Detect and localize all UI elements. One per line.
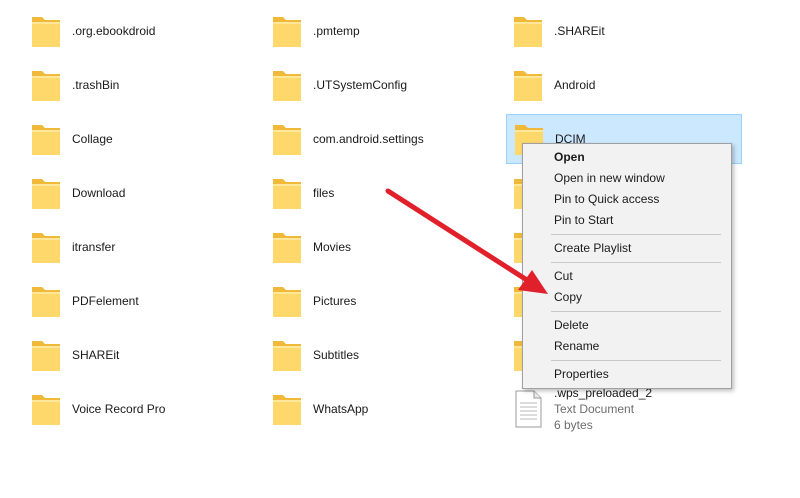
folder-item[interactable]: com.android.settings	[265, 114, 501, 164]
folder-icon	[30, 173, 62, 213]
folder-label: PDFelement	[72, 294, 139, 308]
menu-item-pin-to-start[interactable]: Pin to Start	[523, 210, 731, 231]
folder-label: .SHAREit	[554, 24, 605, 38]
folder-label: WhatsApp	[313, 402, 369, 416]
folder-label: SHAREit	[72, 348, 120, 362]
folder-label: com.android.settings	[313, 132, 424, 146]
menu-item-open[interactable]: Open	[523, 147, 731, 168]
menu-item-copy[interactable]: Copy	[523, 287, 731, 308]
folder-icon	[271, 65, 303, 105]
folder-item[interactable]: Subtitles	[265, 330, 501, 380]
menu-separator	[551, 234, 721, 235]
folder-label: .pmtemp	[313, 24, 360, 38]
menu-item-rename[interactable]: Rename	[523, 336, 731, 357]
context-menu: Open Open in new window Pin to Quick acces…	[522, 143, 732, 389]
folder-icon	[30, 11, 62, 51]
menu-separator	[551, 262, 721, 263]
folder-item[interactable]: .pmtemp	[265, 6, 501, 56]
folder-icon	[271, 227, 303, 267]
menu-separator	[551, 311, 721, 312]
folder-item[interactable]: itransfer	[24, 222, 260, 272]
menu-item-create-playlist[interactable]: Create Playlist	[523, 238, 731, 259]
folder-item[interactable]: SHAREit	[24, 330, 260, 380]
folder-icon	[30, 389, 62, 429]
folder-item[interactable]: files	[265, 168, 501, 218]
folder-icon	[271, 389, 303, 429]
folder-label: Voice Record Pro	[72, 402, 166, 416]
folder-item[interactable]: Android	[506, 60, 742, 110]
menu-item-properties[interactable]: Properties	[523, 364, 731, 385]
folder-item[interactable]: .UTSystemConfig	[265, 60, 501, 110]
folder-label: Download	[72, 186, 126, 200]
folder-icon	[271, 335, 303, 375]
folder-item[interactable]: Movies	[265, 222, 501, 272]
folder-label: Pictures	[313, 294, 357, 308]
folder-label: Collage	[72, 132, 113, 146]
folder-label: itransfer	[72, 240, 116, 254]
file-item[interactable]: .wps_preloaded_2 Text Document 6 bytes	[506, 384, 742, 434]
menu-item-pin-to-quick-access[interactable]: Pin to Quick access	[523, 189, 731, 210]
folder-item[interactable]: .SHAREit	[506, 6, 742, 56]
folder-icon	[512, 65, 544, 105]
file-info: .wps_preloaded_2 Text Document 6 bytes	[554, 385, 652, 433]
folder-icon	[30, 65, 62, 105]
folder-item[interactable]: Voice Record Pro	[24, 384, 260, 434]
folder-item[interactable]: .org.ebookdroid	[24, 6, 260, 56]
folder-icon	[30, 281, 62, 321]
folder-icon	[512, 11, 544, 51]
folder-label: .UTSystemConfig	[313, 78, 408, 92]
menu-item-cut[interactable]: Cut	[523, 266, 731, 287]
folder-icon	[271, 119, 303, 159]
folder-label: .trashBin	[72, 78, 120, 92]
menu-item-open-in-new-window[interactable]: Open in new window	[523, 168, 731, 189]
file-type: Text Document	[554, 402, 635, 416]
text-document-icon	[512, 389, 544, 429]
folder-label: .org.ebookdroid	[72, 24, 156, 38]
folder-label: Movies	[313, 240, 352, 254]
folder-label: Subtitles	[313, 348, 360, 362]
folder-icon	[30, 119, 62, 159]
folder-label: files	[313, 186, 335, 200]
menu-item-delete[interactable]: Delete	[523, 315, 731, 336]
folder-icon	[271, 281, 303, 321]
folder-item[interactable]: .trashBin	[24, 60, 260, 110]
file-size: 6 bytes	[554, 418, 593, 432]
folder-item[interactable]: Collage	[24, 114, 260, 164]
folder-icon	[30, 227, 62, 267]
folder-icon	[30, 335, 62, 375]
folder-item[interactable]: PDFelement	[24, 276, 260, 326]
folder-item[interactable]: Download	[24, 168, 260, 218]
folder-icon	[271, 173, 303, 213]
folder-item[interactable]: WhatsApp	[265, 384, 501, 434]
folder-icon	[271, 11, 303, 51]
folder-item[interactable]: Pictures	[265, 276, 501, 326]
menu-separator	[551, 360, 721, 361]
folder-label: Android	[554, 78, 596, 92]
